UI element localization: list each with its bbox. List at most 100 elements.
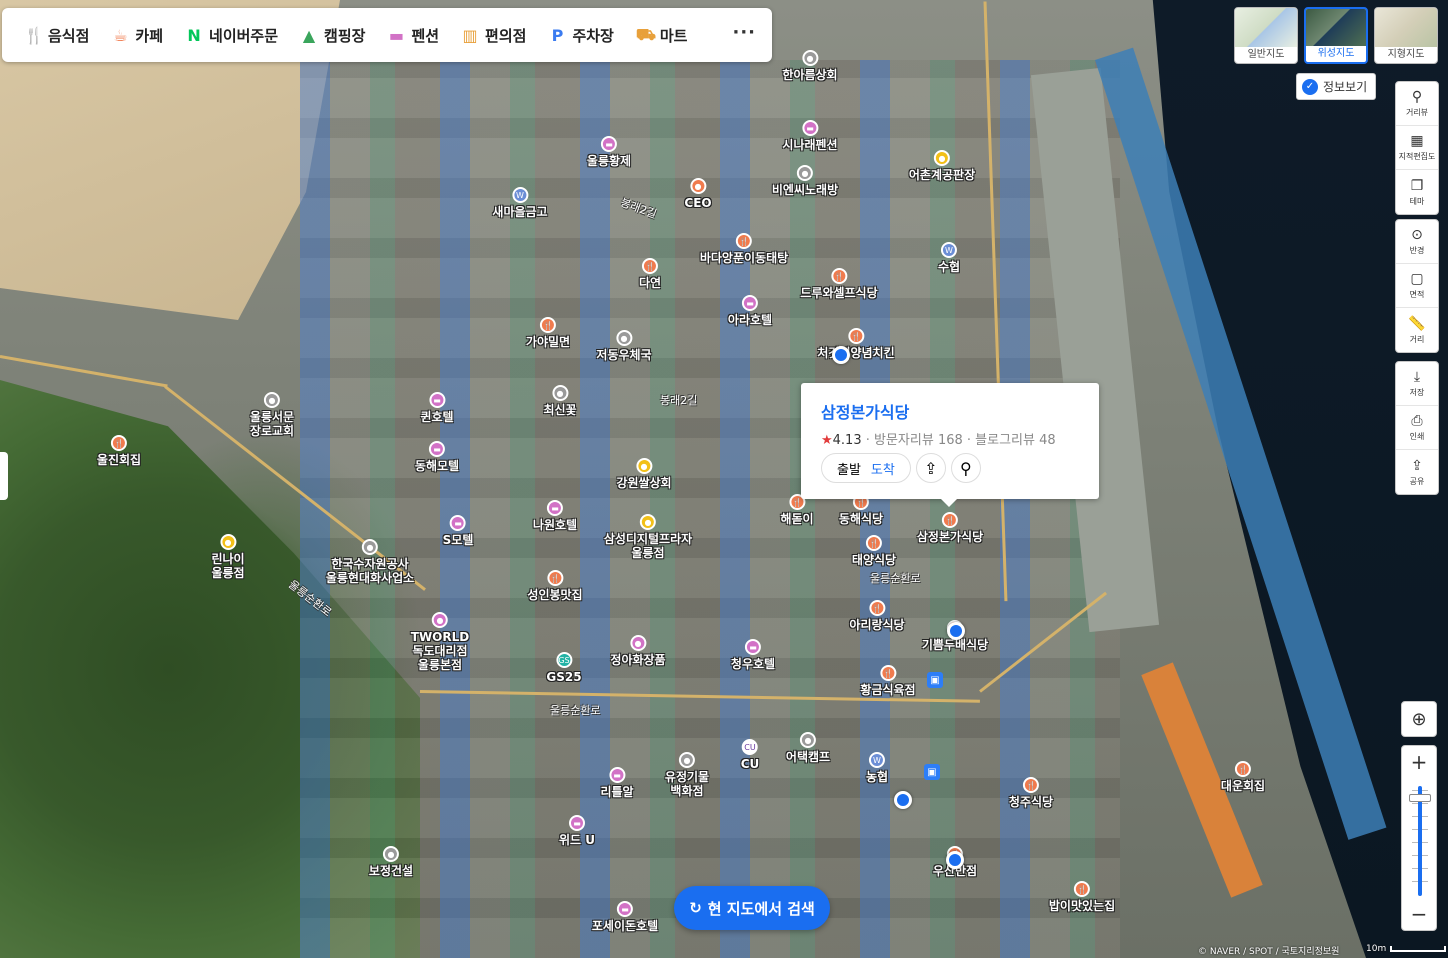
poi-marker[interactable]: ● 최신꽃 — [543, 385, 577, 417]
side-panel-toggle[interactable] — [0, 452, 8, 500]
poi-marker[interactable]: 🍴 황금식육점 — [860, 665, 916, 697]
poi-marker[interactable]: 🍴 태양식당 — [852, 535, 896, 567]
tool-cadastral[interactable]: ▦ 지적편집도 — [1396, 126, 1438, 170]
poi-marker[interactable]: ▬ 울릉황제 — [587, 136, 631, 168]
map-type-satellite[interactable]: 위성지도 — [1304, 7, 1368, 64]
blog-reviews[interactable]: 블로그리뷰 48 — [975, 433, 1055, 448]
poi-stay-icon: ▬ — [546, 500, 563, 516]
poi-marker[interactable]: ● 저동우체국 — [596, 330, 652, 362]
category-tent[interactable]: ▲ 캠핑장 — [300, 25, 366, 46]
poi-marker[interactable]: ▬ S모텔 — [442, 515, 474, 547]
tool-ruler[interactable]: 📏 거리 — [1396, 308, 1438, 352]
poi-marker[interactable]: ● 어촌계공판장 — [909, 150, 975, 182]
poi-marker[interactable]: ● TWORLD 독도대리점 울릉본점 — [411, 612, 469, 672]
location-pin[interactable] — [947, 622, 965, 640]
visitor-reviews[interactable]: 방문자리뷰 168 — [874, 433, 963, 448]
poi-marker[interactable]: ● 한아름상회 — [782, 50, 838, 82]
poi-marker[interactable]: ● 유정기물 백화점 — [665, 752, 709, 798]
poi-marker[interactable]: ▬ 포세이돈호텔 — [592, 901, 658, 933]
poi-marker[interactable]: 🍴 드루와셀프식당 — [800, 268, 878, 300]
poi-marker[interactable]: 🍴 다연 — [639, 258, 661, 290]
location-pin[interactable] — [894, 791, 912, 809]
poi-shop-icon: ● — [220, 534, 236, 550]
zoom-in-button[interactable]: + — [1402, 746, 1436, 778]
poi-marker[interactable]: 🍴 밥이맛있는집 — [1049, 881, 1115, 913]
bus-stop-icon[interactable]: ▣ — [924, 764, 940, 780]
poi-marker[interactable]: W 수협 — [938, 242, 960, 274]
poi-label: 수협 — [937, 260, 961, 274]
category-naver-n[interactable]: N 네이버주문 — [185, 25, 278, 46]
info-toggle-label: 정보보기 — [1323, 80, 1368, 94]
location-button[interactable]: ⚲ — [950, 453, 981, 483]
tool-print[interactable]: ⎙ 인쇄 — [1396, 406, 1438, 450]
poi-marker[interactable]: W 새마을금고 — [492, 187, 548, 219]
poi-marker[interactable]: GS GS25 — [546, 652, 582, 684]
tool-pin[interactable]: ⚲ 거리뷰 — [1396, 82, 1438, 126]
poi-marker[interactable]: CU CU — [741, 739, 759, 771]
tool-share[interactable]: ⇪ 공유 — [1396, 450, 1438, 494]
tool-radius[interactable]: ⊙ 반경 — [1396, 220, 1438, 264]
poi-marker[interactable]: ● 비엔씨노래방 — [772, 165, 838, 197]
category-fork-knife[interactable]: 🍴 음식점 — [24, 25, 89, 46]
tool-theme[interactable]: ❐ 테마 — [1396, 170, 1438, 214]
poi-marker[interactable]: ▬ 리틀알 — [600, 767, 634, 799]
zoom-out-button[interactable]: − — [1402, 898, 1436, 930]
poi-marker[interactable]: ● 린나이 울릉점 — [211, 534, 245, 580]
poi-stay-icon: ▬ — [428, 441, 445, 457]
location-pin[interactable] — [832, 346, 850, 364]
info-toggle[interactable]: ✓ 정보보기 — [1296, 73, 1376, 100]
depart-button[interactable]: 출발 — [832, 459, 866, 478]
poi-marker[interactable]: ▬ 아라호텔 — [728, 295, 772, 327]
search-this-area-button[interactable]: ↻ 현 지도에서 검색 — [674, 886, 830, 930]
poi-marker[interactable]: 🍴 청주식당 — [1009, 777, 1053, 809]
bus-stop-icon[interactable]: ▣ — [927, 672, 943, 688]
copyright: © NAVER / SPOT / 국토지리정보원 — [1198, 947, 1340, 957]
poi-marker[interactable]: ● 어택캠프 — [786, 732, 830, 764]
category-cup[interactable]: ☕ 카페 — [111, 25, 163, 46]
poi-marker[interactable]: ▬ 퀸호텔 — [420, 392, 454, 424]
arrive-button[interactable]: 도착 — [866, 459, 900, 478]
tool-group-file: ⤓ 저장 ⎙ 인쇄 ⇪ 공유 — [1395, 361, 1439, 495]
poi-label: S모텔 — [442, 533, 474, 547]
map-type-terrain[interactable]: 지형지도 — [1374, 7, 1438, 64]
poi-marker[interactable]: ● 정아화장품 — [610, 635, 666, 667]
poi-label: 저동우체국 — [596, 348, 652, 362]
poi-shop-icon: ● — [934, 150, 950, 166]
poi-marker[interactable]: 🍴 바다앙푼이동태탕 — [700, 233, 788, 265]
poi-marker[interactable]: 🍴 대운회집 — [1221, 761, 1265, 793]
satellite-map[interactable]: ● 한아름상회 ▬ 시나래펜션 ● 비엔씨노래방 ● 어촌계공판장 ▬ 울릉황제 ● CEO W 새마을금… — [0, 0, 1448, 958]
poi-gray-icon: ● — [552, 385, 568, 401]
poi-marker[interactable]: ● 보정건설 — [369, 846, 413, 878]
category-store[interactable]: ▥ 편의점 — [461, 25, 526, 46]
map-type-normal[interactable]: 일반지도 — [1234, 7, 1298, 64]
my-location-button[interactable]: ⊕ — [1401, 701, 1437, 737]
more-categories-button[interactable]: ··· — [732, 22, 756, 43]
category-parking[interactable]: P 주차장 — [548, 25, 614, 46]
category-bed[interactable]: ▬ 펜션 — [387, 25, 439, 46]
location-pin[interactable] — [946, 851, 964, 869]
poi-marker[interactable]: ▬ 동해모텔 — [415, 441, 459, 473]
poi-marker[interactable]: ▬ 나원호텔 — [533, 500, 577, 532]
zoom-track[interactable] — [1418, 786, 1422, 896]
poi-marker[interactable]: ● 울릉서문 장로교회 — [250, 392, 294, 438]
poi-marker[interactable]: ● CEO — [684, 178, 712, 210]
poi-marker[interactable]: 🍴 처갓집양념치킨 — [817, 328, 895, 360]
poi-marker[interactable]: ▬ 청우호텔 — [731, 639, 775, 671]
poi-marker[interactable]: 🍴 아리랑식당 — [849, 600, 905, 632]
poi-marker[interactable]: 🍴 울진회집 — [97, 435, 141, 467]
poi-marker[interactable]: ▬ 시나래펜션 — [782, 120, 838, 152]
poi-marker[interactable]: ▬ 위드 U — [559, 815, 595, 847]
poi-marker[interactable]: ● 강원쌀상회 — [616, 458, 672, 490]
poi-marker[interactable]: W 농협 — [866, 752, 888, 784]
tool-save[interactable]: ⤓ 저장 — [1396, 362, 1438, 406]
poi-marker[interactable]: 🍴 성인봉맛집 — [527, 570, 583, 602]
poi-marker[interactable]: 🍴 가야밀면 — [526, 317, 570, 349]
place-name[interactable]: 삼정본가식당 — [821, 399, 1079, 423]
category-cart[interactable]: ⛟ 마트 — [636, 25, 688, 46]
share-button[interactable]: ⇪ — [915, 453, 946, 483]
poi-marker[interactable]: 🍴 삼정본가식당 — [917, 512, 983, 544]
poi-marker[interactable]: ● 삼성디지털프라자 울릉점 — [604, 514, 692, 560]
zoom-handle[interactable] — [1409, 794, 1431, 802]
poi-marker[interactable]: ● 한국수자원공사 울릉현대화사업소 — [326, 539, 414, 585]
tool-area[interactable]: ▢ 면적 — [1396, 264, 1438, 308]
